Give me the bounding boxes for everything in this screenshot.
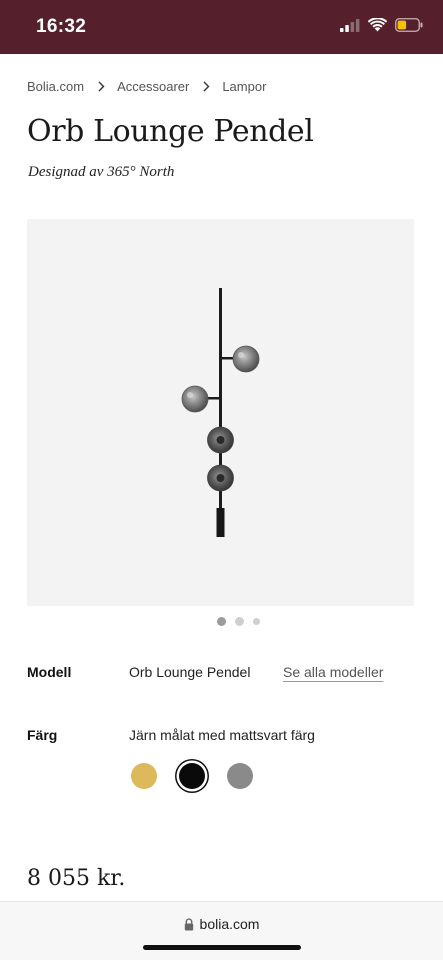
carousel-dots: [0, 617, 443, 626]
model-label: Modell: [27, 664, 72, 680]
product-image[interactable]: [27, 219, 414, 606]
color-swatch-gold[interactable]: [131, 763, 157, 789]
url-display[interactable]: bolia.com: [0, 916, 443, 932]
chevron-right-icon: [98, 81, 105, 92]
cellular-signal-icon: [340, 18, 360, 32]
carousel-dot[interactable]: [253, 618, 260, 625]
model-value: Orb Lounge Pendel: [129, 664, 251, 680]
home-indicator[interactable]: [143, 945, 301, 950]
color-swatches: [131, 763, 253, 789]
pendant-lamp-image: [181, 288, 260, 537]
status-bar: 16:32: [0, 0, 443, 54]
browser-address-bar[interactable]: bolia.com: [0, 901, 443, 960]
breadcrumb-item-accessoarer[interactable]: Accessoarer: [117, 79, 189, 94]
status-icons: [340, 18, 423, 32]
carousel-dot[interactable]: [217, 617, 226, 626]
color-swatch-black[interactable]: [179, 763, 205, 789]
carousel-dot[interactable]: [235, 617, 244, 626]
battery-icon: [395, 18, 423, 32]
product-price: 8 055 kr.: [27, 866, 126, 891]
product-title: Orb Lounge Pendel: [27, 114, 314, 149]
breadcrumb: Bolia.com Accessoarer Lampor: [27, 79, 266, 94]
product-designer: Designad av 365° North: [28, 164, 175, 180]
see-all-models-link[interactable]: Se alla modeller: [283, 664, 383, 680]
status-time: 16:32: [36, 16, 87, 37]
chevron-right-icon: [203, 81, 210, 92]
breadcrumb-item-home[interactable]: Bolia.com: [27, 79, 84, 94]
url-text: bolia.com: [199, 916, 260, 932]
color-value: Järn målat med mattsvart färg: [129, 727, 315, 743]
color-swatch-grey[interactable]: [227, 763, 253, 789]
wifi-icon: [368, 18, 387, 32]
lock-icon: [184, 917, 193, 930]
breadcrumb-item-lampor[interactable]: Lampor: [222, 79, 266, 94]
color-label: Färg: [27, 727, 58, 743]
